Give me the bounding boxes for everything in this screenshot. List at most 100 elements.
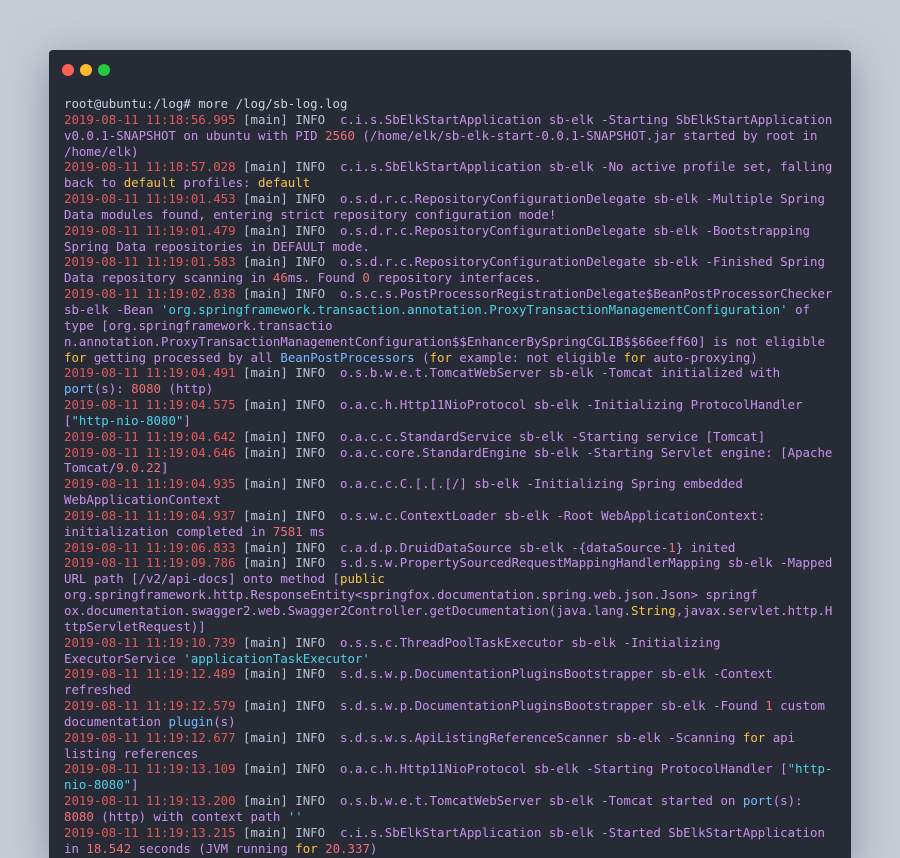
log-text: for	[623, 349, 646, 365]
log-text: c.i.s.SbElkStartApplication sb-elk -No a…	[340, 159, 833, 175]
log-timestamp: 2019-08-11 11:19:04.935	[64, 476, 236, 492]
maximize-button[interactable]	[98, 64, 110, 76]
log-timestamp: 2019-08-11 11:18:57.028	[64, 159, 236, 175]
log-timestamp: 2019-08-11 11:19:12.489	[64, 666, 236, 682]
log-text: } inited	[675, 539, 736, 555]
log-text: ]	[161, 460, 169, 476]
log-text: [main] INFO	[235, 191, 341, 207]
log-line: back to default profiles: default	[64, 175, 839, 191]
log-text: "http-	[787, 761, 833, 777]
log-text: ExecutorService	[64, 650, 184, 666]
log-line: WebApplicationContext	[64, 492, 839, 508]
log-text: s.d.s.w.p.DocumentationPluginsBootstrapp…	[340, 666, 773, 682]
log-line: Tomcat/9.0.22]	[64, 460, 839, 476]
log-line: Data modules found, entering strict repo…	[64, 207, 839, 223]
log-line: ttpServletRequest)]	[64, 619, 839, 635]
log-text: (s)	[213, 713, 236, 729]
log-text: 7581	[272, 523, 303, 539]
log-text: .	[138, 460, 147, 476]
log-line: 2019-08-11 11:19:06.833 [main] INFO c.a.…	[64, 540, 839, 556]
log-line: 2019-08-11 11:19:04.935 [main] INFO o.a.…	[64, 476, 839, 492]
log-text: ttpServletRequest)]	[64, 618, 206, 634]
log-line: 2019-08-11 11:18:57.028 [main] INFO c.i.…	[64, 159, 839, 175]
log-text: "http-nio-8080"	[71, 412, 184, 428]
log-line: ExecutorService 'applicationTaskExecutor…	[64, 651, 839, 667]
log-text: o.a.c.core.StandardEngine sb-elk -Starti…	[340, 444, 833, 460]
log-text: [main] INFO	[235, 761, 341, 777]
log-timestamp: 2019-08-11 11:19:04.937	[64, 507, 236, 523]
log-line: sb-elk -Bean 'org.springframework.transa…	[64, 302, 839, 318]
log-timestamp: 2019-08-11 11:19:13.200	[64, 793, 236, 809]
log-text: ]	[183, 412, 191, 428]
command-prompt-line: root@ubuntu:/log# more /log/sb-log.log	[64, 96, 839, 112]
log-text: [main] INFO	[235, 444, 341, 460]
log-line: 2019-08-11 11:19:04.937 [main] INFO o.s.…	[64, 508, 839, 524]
log-text: 2560	[325, 127, 355, 143]
log-text: o.s.d.r.c.RepositoryConfigurationDelegat…	[340, 222, 810, 238]
log-text: of	[787, 301, 810, 317]
log-text: [main] INFO	[235, 111, 341, 127]
close-button[interactable]	[62, 64, 74, 76]
log-text: [main] INFO	[235, 539, 341, 555]
log-text: Data modules found, entering strict repo…	[64, 206, 557, 222]
log-text: o.s.b.w.e.t.TomcatWebServer sb-elk -Tomc…	[340, 365, 781, 381]
log-text: o.s.w.c.ContextLoader sb-elk -Root WebAp…	[340, 507, 766, 523]
log-text: o.s.s.c.ThreadPoolTaskExecutor sb-elk -I…	[340, 634, 721, 650]
log-text: [main] INFO	[235, 222, 341, 238]
log-text: (	[414, 349, 430, 365]
log-text: ,javax.servlet.http.H	[675, 603, 833, 618]
log-text: for	[429, 349, 452, 365]
log-timestamp: 2019-08-11 11:19:04.575	[64, 397, 236, 413]
log-text: (s):	[772, 793, 803, 809]
log-line: 2019-08-11 11:19:12.677 [main] INFO s.d.…	[64, 730, 839, 746]
log-line: 2019-08-11 11:19:12.579 [main] INFO s.d.…	[64, 698, 839, 714]
log-line: 8080 (http) with context path ''	[64, 809, 839, 825]
log-text: [main] INFO	[235, 159, 341, 175]
log-line: nio-8080"]	[64, 777, 839, 793]
log-text: custom	[772, 698, 825, 714]
log-text: s.d.s.w.p.DocumentationPluginsBootstrapp…	[340, 698, 766, 714]
log-text: in	[64, 840, 87, 856]
log-text: WebApplicationContext	[64, 492, 221, 508]
log-timestamp: 2019-08-11 11:19:01.453	[64, 191, 236, 207]
log-text: [main] INFO	[235, 555, 341, 571]
log-timestamp: 2019-08-11 11:19:12.677	[64, 729, 236, 745]
log-text: o.s.d.r.c.RepositoryConfigurationDelegat…	[340, 191, 825, 207]
log-text: for	[64, 349, 87, 365]
log-text: 1	[668, 539, 676, 555]
log-line: 2019-08-11 11:19:09.786 [main] INFO s.d.…	[64, 555, 839, 571]
log-text: port	[64, 381, 94, 397]
log-timestamp: 2019-08-11 11:19:02.838	[64, 286, 236, 302]
log-timestamp: 2019-08-11 11:19:09.786	[64, 555, 236, 571]
log-timestamp: 2019-08-11 11:19:04.646	[64, 444, 236, 460]
log-text: 46	[272, 270, 288, 286]
log-text: [main] INFO	[235, 698, 341, 714]
log-line: documentation plugin(s)	[64, 714, 839, 730]
log-line: refreshed	[64, 682, 839, 698]
log-text: api	[765, 729, 796, 745]
minimize-button[interactable]	[80, 64, 92, 76]
log-text: type [org.springframework.transactio	[64, 317, 333, 333]
log-text: (/home/elk/sb-elk-start-0.0.1-SNAPSHOT.j…	[354, 127, 818, 143]
log-text: ms. Found	[287, 270, 363, 286]
log-text: 20.337	[325, 840, 370, 856]
log-text: URL path [/v2/api-docs] onto method [	[64, 571, 341, 587]
log-text: s.d.s.w.PropertySourcedRequestMappingHan…	[340, 555, 833, 571]
log-text: /home/elk)	[64, 143, 139, 159]
log-text: nio-8080"	[64, 777, 132, 793]
log-text: sb-elk -Bean	[64, 301, 161, 317]
log-text: [main] INFO	[235, 254, 341, 270]
terminal-output[interactable]: root@ubuntu:/log# more /log/sb-log.log 20…	[64, 96, 839, 857]
log-line: Spring Data repositories in DEFAULT mode…	[64, 239, 839, 255]
log-text: o.a.c.c.StandardService sb-elk -Starting…	[340, 428, 766, 444]
log-text: ''	[287, 808, 303, 824]
log-line: ["http-nio-8080"]	[64, 413, 839, 429]
log-line: 2019-08-11 11:19:04.642 [main] INFO o.a.…	[64, 429, 839, 445]
log-text: n.annotation.ProxyTransactionManagementC…	[64, 333, 825, 349]
log-line: 2019-08-11 11:19:01.583 [main] INFO o.s.…	[64, 254, 839, 270]
log-text: [main] INFO	[235, 793, 341, 809]
log-line: 2019-08-11 11:18:56.995 [main] INFO c.i.…	[64, 112, 839, 128]
log-text: initialization completed in	[64, 523, 273, 539]
log-line: 2019-08-11 11:19:01.479 [main] INFO o.s.…	[64, 223, 839, 239]
log-line: n.annotation.ProxyTransactionManagementC…	[64, 334, 839, 350]
